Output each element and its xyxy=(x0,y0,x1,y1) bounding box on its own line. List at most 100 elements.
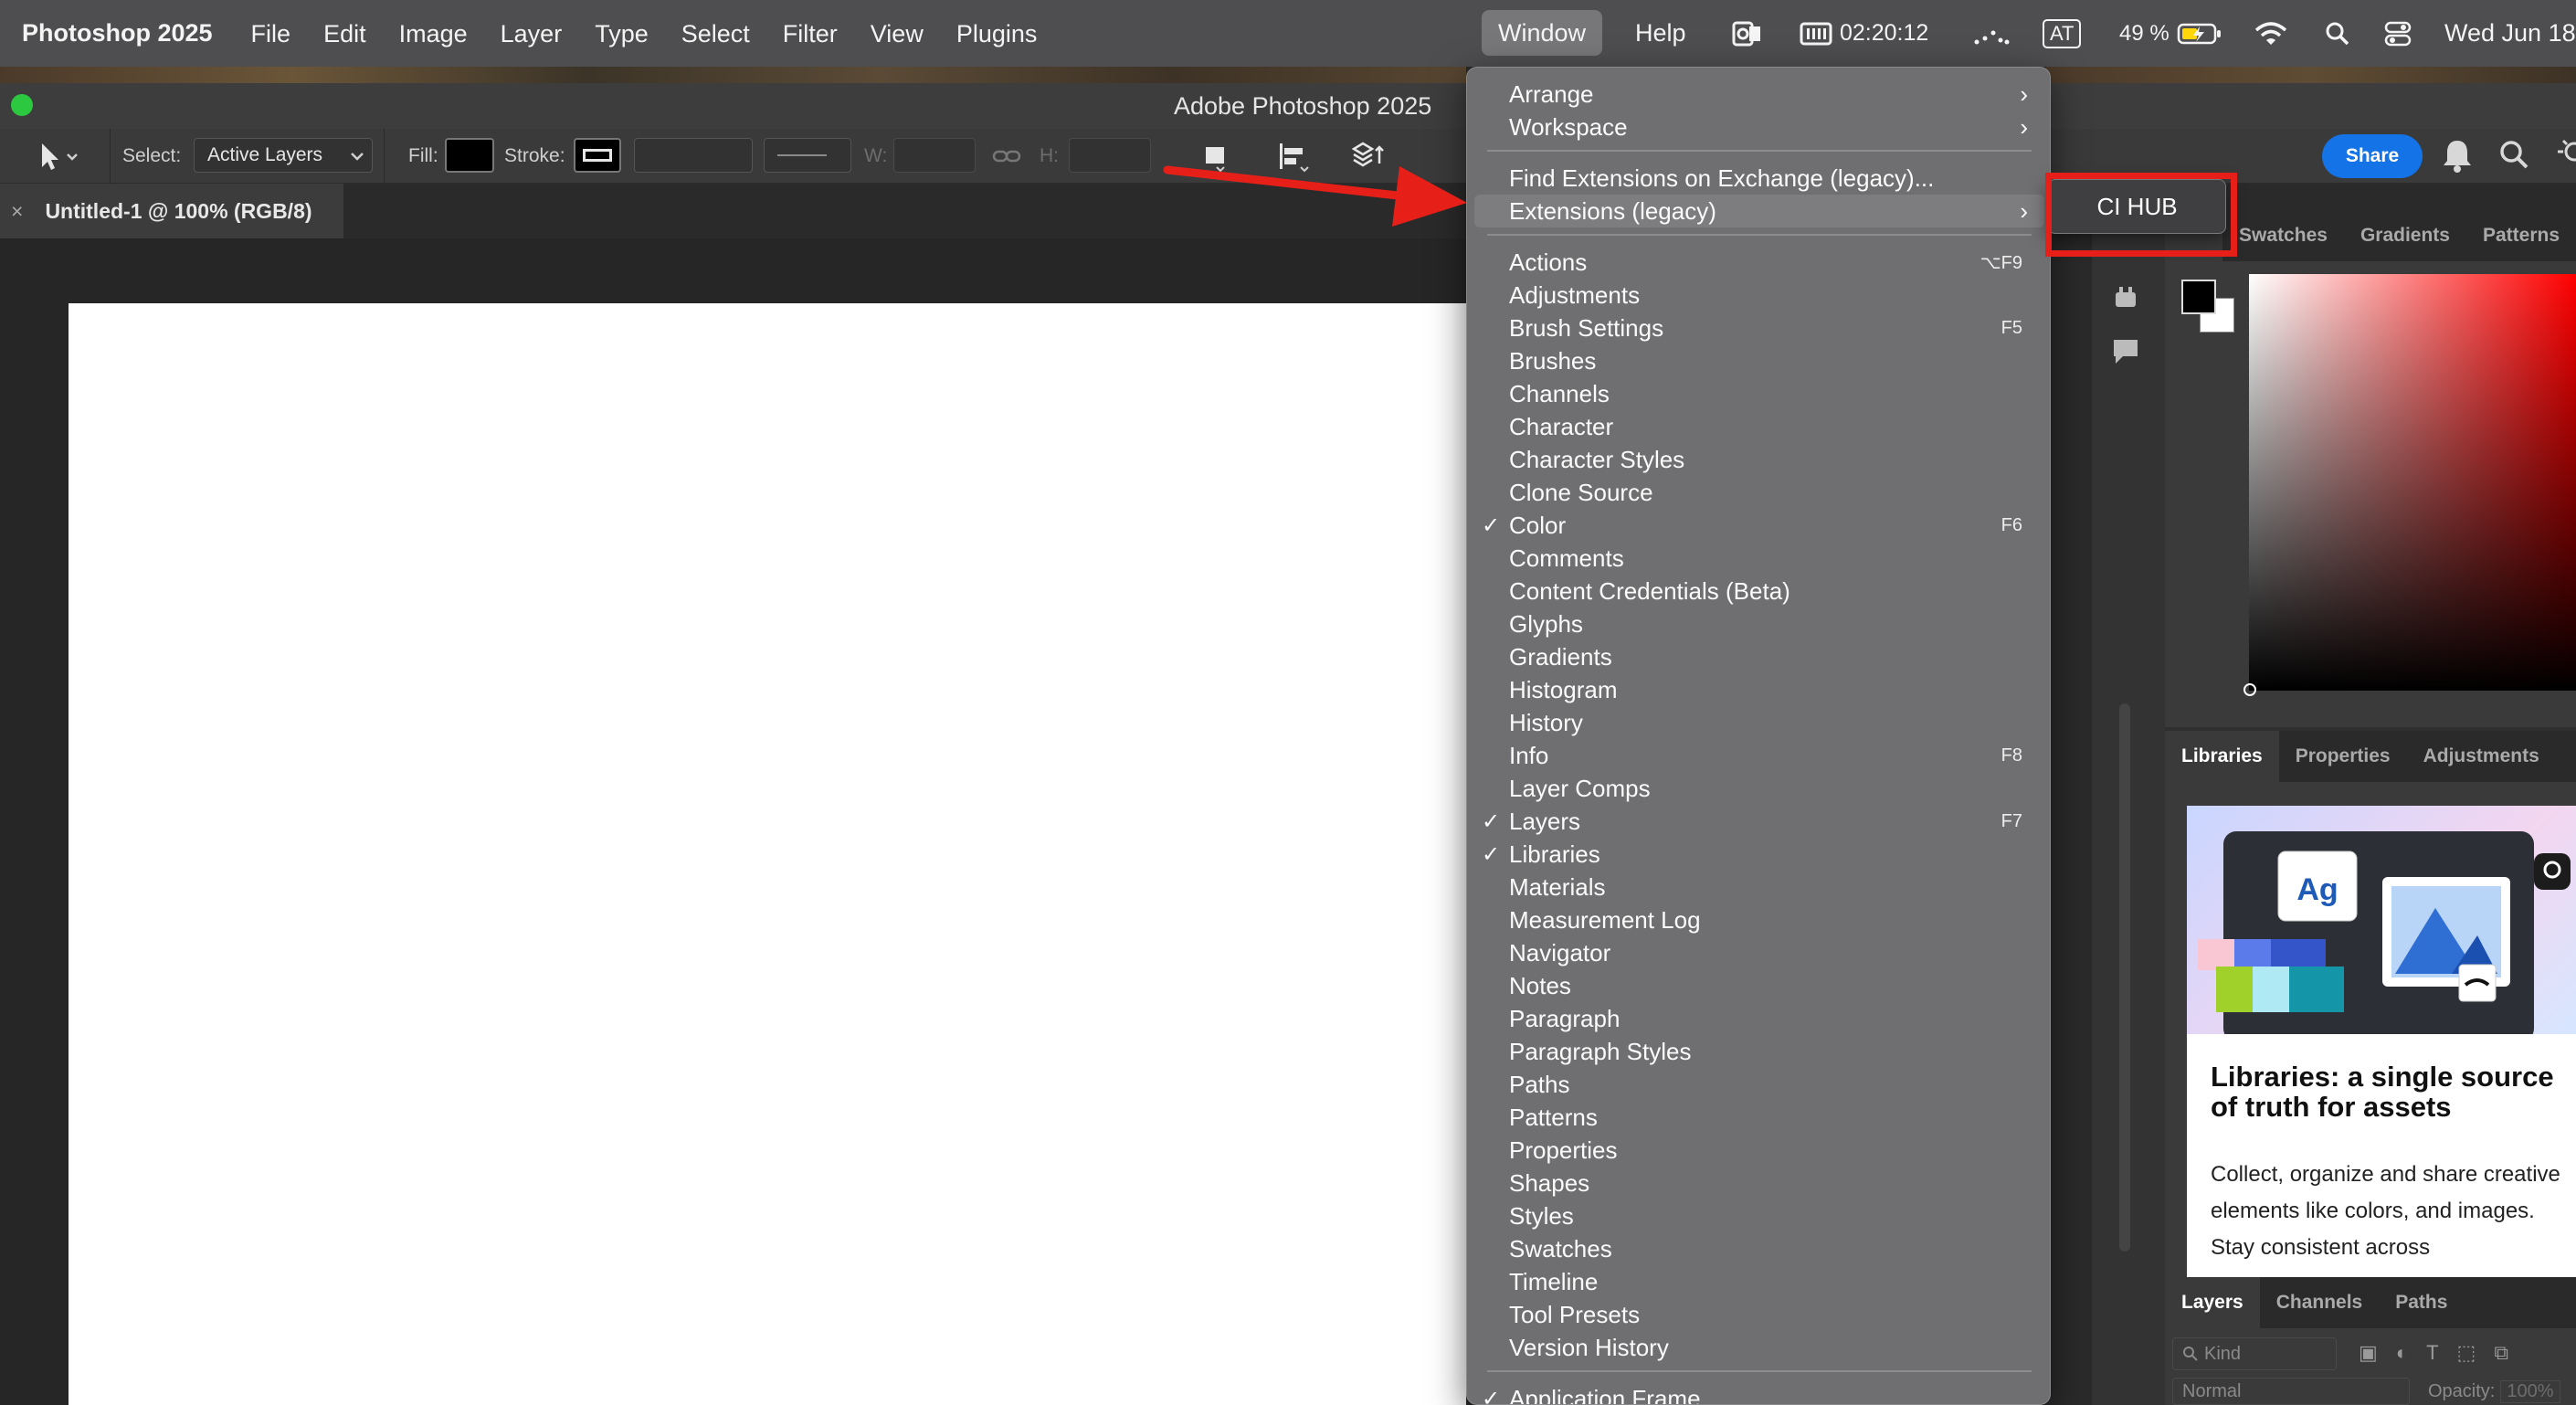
menu-item-gradients[interactable]: Gradients xyxy=(1467,640,2050,673)
share-button[interactable]: Share xyxy=(2322,134,2423,178)
battery-status[interactable]: 49 % xyxy=(2119,0,2222,67)
tab-patterns[interactable]: Patterns xyxy=(2466,210,2576,261)
menu-item-clone-source[interactable]: Clone Source xyxy=(1467,476,2050,509)
app-menu-photoshop[interactable]: Photoshop 2025 xyxy=(22,19,213,48)
menu-item-timeline[interactable]: Timeline xyxy=(1467,1265,2050,1298)
tab-channels[interactable]: Channels xyxy=(2260,1277,2380,1328)
pixel-layer-filter-icon[interactable]: ▣ xyxy=(2359,1341,2378,1365)
opacity-field[interactable]: 100% xyxy=(2500,1379,2560,1403)
menu-item-workspace[interactable]: Workspace › xyxy=(1467,111,2050,143)
window-zoom-button[interactable] xyxy=(11,94,33,116)
menu-image[interactable]: Image xyxy=(383,11,484,57)
menu-item-application-frame[interactable]: ✓ Application Frame xyxy=(1467,1382,2050,1405)
menu-item-materials[interactable]: Materials xyxy=(1467,871,2050,903)
menu-select[interactable]: Select xyxy=(665,11,766,57)
menu-item-paths[interactable]: Paths xyxy=(1467,1068,2050,1101)
type-layer-filter-icon[interactable]: T xyxy=(2426,1341,2438,1365)
clock-widget[interactable]: 02:20:12 xyxy=(1800,0,1928,67)
menu-item-channels[interactable]: Channels xyxy=(1467,377,2050,410)
menu-item-content-credentials-beta[interactable]: Content Credentials (Beta) xyxy=(1467,575,2050,607)
menu-item-navigator[interactable]: Navigator xyxy=(1467,936,2050,969)
menu-item-actions[interactable]: Actions ⌥F9 xyxy=(1467,246,2050,279)
tab-properties[interactable]: Properties xyxy=(2279,731,2407,782)
menu-item-tool-presets[interactable]: Tool Presets xyxy=(1467,1298,2050,1331)
document-canvas[interactable] xyxy=(69,303,1466,1405)
input-source[interactable]: AT xyxy=(2043,0,2082,67)
menu-item-version-history[interactable]: Version History xyxy=(1467,1331,2050,1364)
search-icon[interactable] xyxy=(2498,139,2529,174)
plugins-panel-icon[interactable] xyxy=(2110,283,2141,315)
tab-swatches[interactable]: Swatches xyxy=(2222,210,2344,261)
tab-adjustments[interactable]: Adjustments xyxy=(2407,731,2556,782)
menu-item-comments[interactable]: Comments xyxy=(1467,542,2050,575)
fill-swatch[interactable] xyxy=(445,138,494,173)
menu-filter[interactable]: Filter xyxy=(766,11,854,57)
menu-plugins[interactable]: Plugins xyxy=(940,11,1054,57)
menu-edit[interactable]: Edit xyxy=(307,11,383,57)
shape-layer-filter-icon[interactable]: ⬚ xyxy=(2457,1341,2476,1365)
stroke-swatch[interactable] xyxy=(574,138,621,173)
menu-item-measurement-log[interactable]: Measurement Log xyxy=(1467,903,2050,936)
move-tool-preset-icon[interactable] xyxy=(37,129,80,184)
menu-item-glyphs[interactable]: Glyphs xyxy=(1467,607,2050,640)
select-layers-dropdown[interactable]: Active Layers xyxy=(194,138,373,173)
menu-item-shapes[interactable]: Shapes xyxy=(1467,1167,2050,1199)
notifications-bell-icon[interactable] xyxy=(2441,137,2474,178)
discover-lightbulb-icon[interactable] xyxy=(2556,137,2576,178)
comments-panel-icon[interactable] xyxy=(2110,336,2141,372)
menu-item-layers[interactable]: ✓ Layers F7 xyxy=(1467,805,2050,838)
menu-item-layer-comps[interactable]: Layer Comps xyxy=(1467,772,2050,805)
tab-paths[interactable]: Paths xyxy=(2379,1277,2464,1328)
tab-layers[interactable]: Layers xyxy=(2165,1277,2260,1328)
menu-item-brushes[interactable]: Brushes xyxy=(1467,344,2050,377)
smart-object-filter-icon[interactable]: ⧉ xyxy=(2494,1341,2508,1365)
width-field[interactable] xyxy=(893,138,976,173)
menu-item-histogram[interactable]: Histogram xyxy=(1467,673,2050,706)
adjustment-layer-filter-icon[interactable]: ◐ xyxy=(2396,1341,2408,1365)
wifi-icon[interactable] xyxy=(2254,0,2287,67)
menu-item-brush-settings[interactable]: Brush Settings F5 xyxy=(1467,312,2050,344)
menu-item-patterns[interactable]: Patterns xyxy=(1467,1101,2050,1134)
menu-item-character[interactable]: Character xyxy=(1467,410,2050,443)
menu-item-styles[interactable]: Styles xyxy=(1467,1199,2050,1232)
menu-layer[interactable]: Layer xyxy=(484,11,579,57)
menu-item-paragraph-styles[interactable]: Paragraph Styles xyxy=(1467,1035,2050,1068)
menu-item-libraries[interactable]: ✓ Libraries xyxy=(1467,838,2050,871)
stroke-type-dropdown[interactable] xyxy=(764,138,851,173)
close-tab-icon[interactable]: × xyxy=(11,199,23,224)
document-tab[interactable]: × Untitled-1 @ 100% (RGB/8) xyxy=(0,184,343,238)
activity-dots-icon[interactable] xyxy=(1973,0,2010,67)
menu-window[interactable]: Window xyxy=(1482,10,1603,56)
menu-item-find-extensions-on-exchange-legacy[interactable]: Find Extensions on Exchange (legacy)... xyxy=(1467,162,2050,195)
link-icon[interactable] xyxy=(992,129,1021,184)
outlook-icon[interactable] xyxy=(1731,0,1762,67)
stroke-width-field[interactable] xyxy=(634,138,753,173)
menu-item-adjustments[interactable]: Adjustments xyxy=(1467,279,2050,312)
menu-item-swatches[interactable]: Swatches xyxy=(1467,1232,2050,1265)
menu-item-paragraph[interactable]: Paragraph xyxy=(1467,1002,2050,1035)
control-center-icon[interactable] xyxy=(2384,0,2412,67)
blend-mode-dropdown[interactable]: Normal xyxy=(2172,1378,2410,1405)
menu-view[interactable]: View xyxy=(854,11,940,57)
menu-item-info[interactable]: Info F8 xyxy=(1467,739,2050,772)
menu-item-properties[interactable]: Properties xyxy=(1467,1134,2050,1167)
foreground-color-swatch[interactable] xyxy=(2181,280,2216,314)
menu-file[interactable]: File xyxy=(235,11,308,57)
menu-item-notes[interactable]: Notes xyxy=(1467,969,2050,1002)
menu-item-arrange[interactable]: Arrange › xyxy=(1467,78,2050,111)
menu-item-history[interactable]: History xyxy=(1467,706,2050,739)
menu-item-character-styles[interactable]: Character Styles xyxy=(1467,443,2050,476)
height-field[interactable] xyxy=(1069,138,1151,173)
menubar-date[interactable]: Wed Jun 18 xyxy=(2444,19,2576,48)
tab-gradients[interactable]: Gradients xyxy=(2344,210,2466,261)
color-picker-field[interactable] xyxy=(2243,274,2576,696)
layer-filter-kind-dropdown[interactable]: Kind xyxy=(2172,1337,2337,1370)
menu-type[interactable]: Type xyxy=(578,11,665,57)
spotlight-search-icon[interactable] xyxy=(2325,0,2350,67)
panel-scrollbar[interactable] xyxy=(2119,703,2130,1252)
color-picker-handle[interactable] xyxy=(2243,683,2256,696)
menu-item-extensions-legacy[interactable]: Extensions (legacy) › xyxy=(1474,195,2044,227)
tab-libraries[interactable]: Libraries xyxy=(2165,731,2279,782)
menu-item-color[interactable]: ✓ Color F6 xyxy=(1467,509,2050,542)
menu-help[interactable]: Help xyxy=(1619,10,1703,56)
